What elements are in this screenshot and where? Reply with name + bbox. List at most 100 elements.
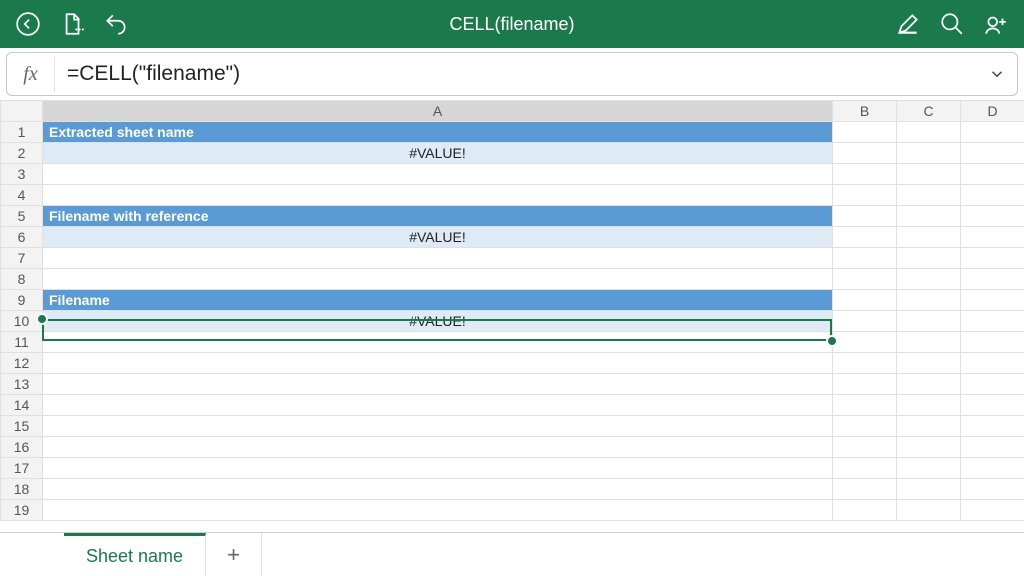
fx-label[interactable]: fx [7,57,55,92]
back-button[interactable] [8,4,48,44]
cell[interactable] [833,479,897,500]
cell[interactable] [833,269,897,290]
cell[interactable] [43,416,833,437]
undo-button[interactable] [96,4,136,44]
cell[interactable] [897,122,961,143]
row-header[interactable]: 1 [1,122,43,143]
cell[interactable] [961,416,1024,437]
formula-input[interactable]: =CELL("filename") [55,62,977,86]
row-header[interactable]: 14 [1,395,43,416]
sheet-tab-active[interactable]: Sheet name [64,533,206,576]
cell[interactable] [897,500,961,521]
cell[interactable] [43,437,833,458]
row-header[interactable]: 8 [1,269,43,290]
column-header-A[interactable]: A [43,101,833,122]
cell[interactable] [897,458,961,479]
cell[interactable] [833,437,897,458]
row-header[interactable]: 6 [1,227,43,248]
cell[interactable] [961,311,1024,332]
cell[interactable] [833,458,897,479]
cell[interactable] [833,395,897,416]
cell[interactable] [897,395,961,416]
cell[interactable] [833,185,897,206]
cell[interactable] [897,332,961,353]
cell[interactable] [833,122,897,143]
cell[interactable] [833,164,897,185]
cell[interactable] [43,458,833,479]
cell[interactable] [961,248,1024,269]
spreadsheet-grid[interactable]: A B C D 1Extracted sheet name 2#VALUE! 3… [0,100,1024,532]
column-header-D[interactable]: D [961,101,1024,122]
row-header[interactable]: 16 [1,437,43,458]
row-header[interactable]: 10 [1,311,43,332]
cell[interactable] [897,416,961,437]
row-header[interactable]: 3 [1,164,43,185]
cell[interactable] [833,332,897,353]
row-header[interactable]: 19 [1,500,43,521]
select-all-corner[interactable] [1,101,43,122]
cell[interactable] [43,332,833,353]
cell[interactable] [833,416,897,437]
cell[interactable] [43,374,833,395]
cell[interactable] [897,290,961,311]
cell[interactable] [897,437,961,458]
cell[interactable] [833,206,897,227]
cell[interactable] [833,143,897,164]
cell[interactable] [897,353,961,374]
cell[interactable] [833,353,897,374]
column-header-C[interactable]: C [897,101,961,122]
add-sheet-button[interactable]: + [206,533,262,576]
cell[interactable] [897,143,961,164]
cell-A6[interactable]: #VALUE! [43,227,833,248]
cell[interactable] [897,227,961,248]
row-header[interactable]: 17 [1,458,43,479]
cell[interactable] [961,143,1024,164]
cell[interactable] [43,248,833,269]
row-header[interactable]: 9 [1,290,43,311]
cell[interactable] [961,479,1024,500]
cell[interactable] [833,500,897,521]
cell-A2[interactable]: #VALUE! [43,143,833,164]
cell[interactable] [897,479,961,500]
cell[interactable] [961,374,1024,395]
edit-style-button[interactable] [888,4,928,44]
cell[interactable] [961,164,1024,185]
formula-expand-button[interactable] [977,65,1017,83]
cell[interactable] [961,395,1024,416]
cell[interactable] [43,269,833,290]
cell[interactable] [897,269,961,290]
cell[interactable] [961,227,1024,248]
row-header[interactable]: 13 [1,374,43,395]
cell[interactable] [961,185,1024,206]
cell[interactable] [897,164,961,185]
cell[interactable] [43,395,833,416]
cell[interactable] [961,437,1024,458]
search-button[interactable] [932,4,972,44]
row-header[interactable]: 5 [1,206,43,227]
cell[interactable] [43,353,833,374]
cell[interactable] [833,374,897,395]
cell[interactable] [961,458,1024,479]
cell[interactable] [897,185,961,206]
cell[interactable] [43,164,833,185]
cell[interactable] [43,479,833,500]
cell[interactable] [833,290,897,311]
file-button[interactable] [52,4,92,44]
cell[interactable] [897,374,961,395]
cell-A9[interactable]: Filename [43,290,833,311]
cell[interactable] [961,353,1024,374]
row-header[interactable]: 15 [1,416,43,437]
cell[interactable] [897,206,961,227]
row-header[interactable]: 11 [1,332,43,353]
cell[interactable] [897,311,961,332]
share-button[interactable] [976,4,1016,44]
cell[interactable] [961,332,1024,353]
cell[interactable] [833,311,897,332]
row-header[interactable]: 18 [1,479,43,500]
cell[interactable] [961,122,1024,143]
cell[interactable] [961,269,1024,290]
cell[interactable] [961,500,1024,521]
row-header[interactable]: 12 [1,353,43,374]
cell-A5[interactable]: Filename with reference [43,206,833,227]
cell-A1[interactable]: Extracted sheet name [43,122,833,143]
